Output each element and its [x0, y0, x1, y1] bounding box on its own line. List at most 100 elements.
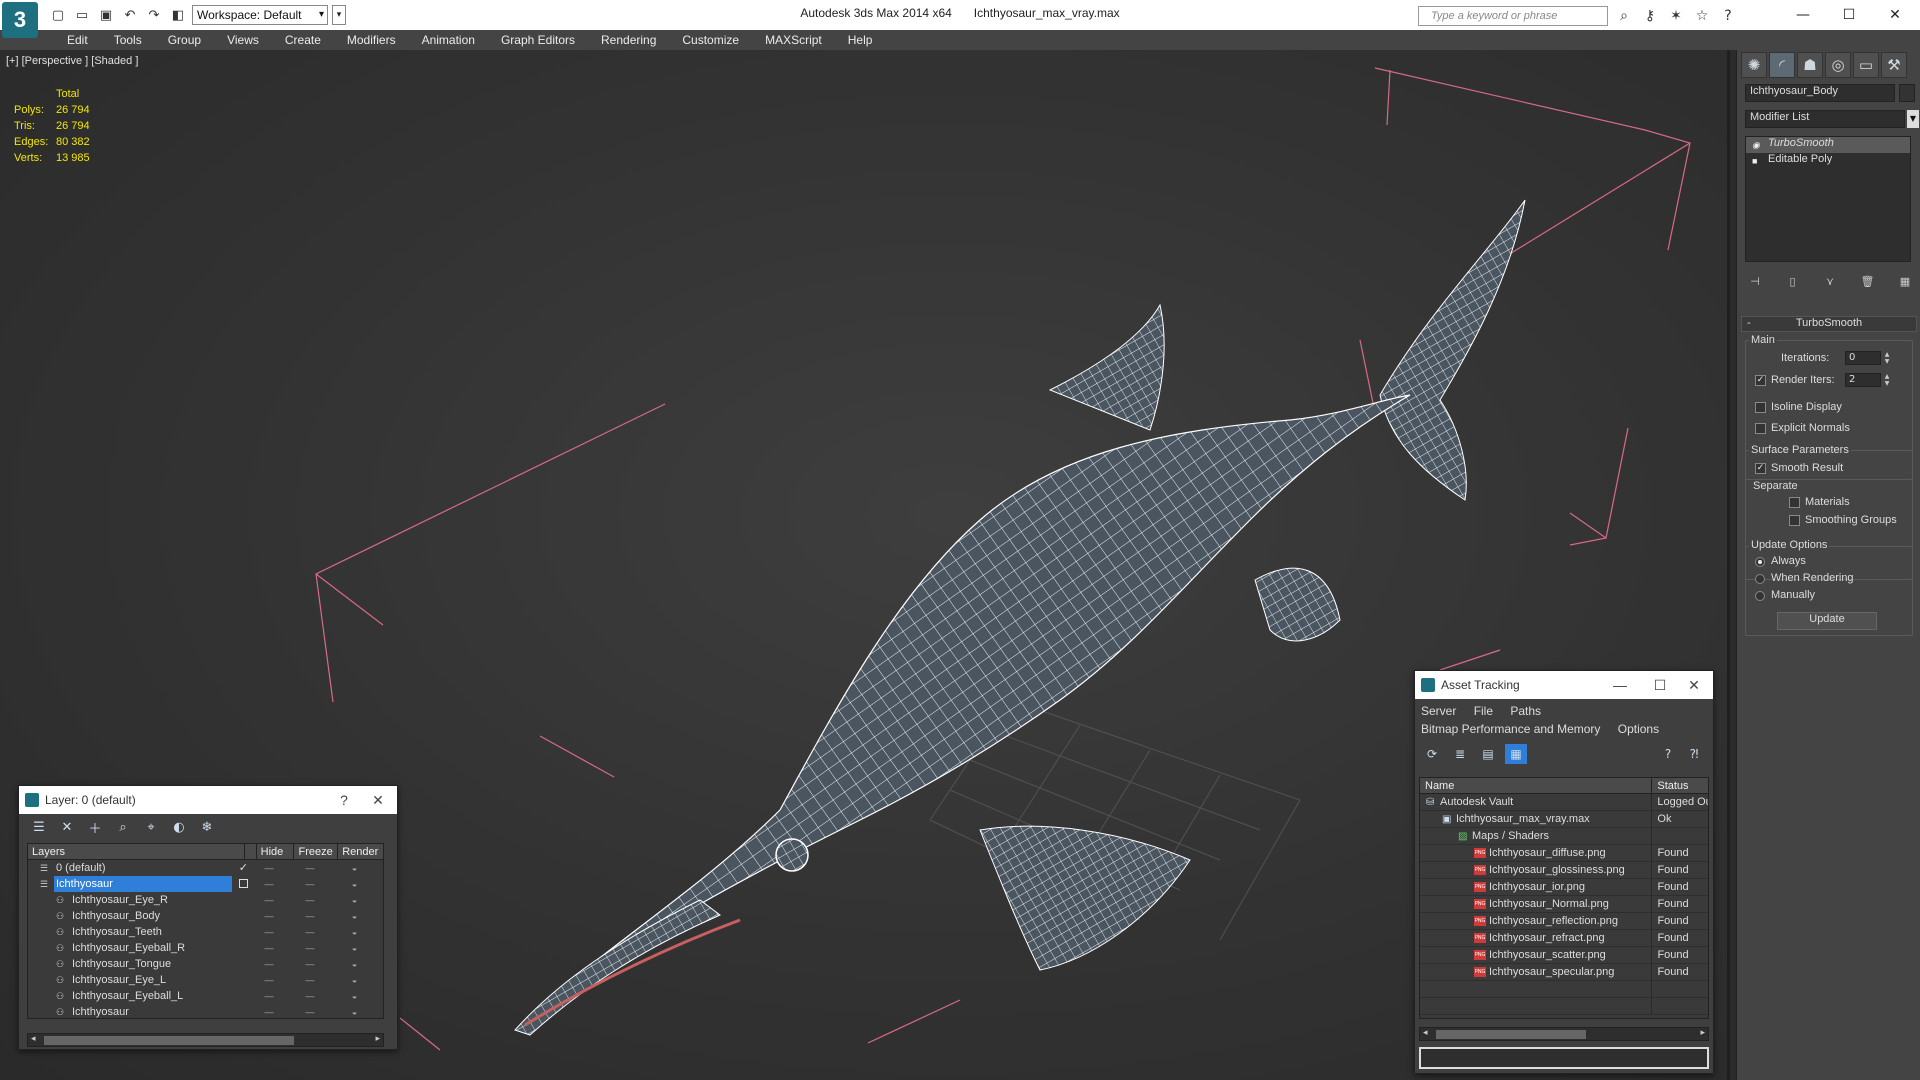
layer-row[interactable]: ⚇ Ichthyosaur — — ◒	[28, 1004, 383, 1020]
freeze-toggle-icon[interactable]: —	[288, 1004, 332, 1020]
menu-views[interactable]: Views	[214, 30, 272, 50]
create-tab-icon[interactable]: ✺	[1741, 52, 1767, 78]
layer-close-button[interactable]: ✕	[363, 786, 393, 814]
hide-toggle-icon[interactable]: —	[250, 908, 288, 924]
favorites-star-icon[interactable]: ☆	[1692, 6, 1712, 26]
asset-horizontal-scrollbar[interactable]: ◂ ▸	[1419, 1027, 1709, 1041]
make-unique-icon[interactable]: ⋎	[1820, 272, 1840, 290]
column-freeze[interactable]: Freeze	[294, 844, 339, 859]
asset-row[interactable]: ⛁ Autodesk Vault Logged Out	[1420, 794, 1708, 811]
render-iters-spinner[interactable]: 2	[1845, 373, 1881, 387]
qat-customize-arrow[interactable]: ▾	[332, 5, 346, 25]
freeze-toggle-icon[interactable]: —	[288, 892, 332, 908]
help-icon[interactable]: ?	[1718, 6, 1738, 26]
render-toggle-icon[interactable]: ◒	[332, 972, 377, 988]
render-iters-checkbox[interactable]: ✓	[1755, 375, 1766, 386]
iterations-spinner-arrows[interactable]: ▲ ▼	[1883, 351, 1891, 365]
expand-square-icon[interactable]: ■	[1752, 155, 1762, 167]
layer-name-cell[interactable]: ⚇ Ichthyosaur_Tongue	[28, 956, 250, 972]
layer-name-cell[interactable]: ⚇ Ichthyosaur	[28, 1004, 250, 1020]
open-folder-icon[interactable]: ▭	[72, 5, 92, 25]
scroll-thumb[interactable]	[44, 1036, 294, 1045]
menu-customize[interactable]: Customize	[669, 30, 752, 50]
scroll-right-icon[interactable]: ▸	[375, 1034, 380, 1044]
menu-group[interactable]: Group	[155, 30, 214, 50]
scroll-left-icon[interactable]: ◂	[31, 1034, 36, 1044]
layer-window-titlebar[interactable]: Layer: 0 (default) ? ✕	[19, 786, 397, 814]
app-logo-button[interactable]: 3	[2, 2, 38, 38]
render-toggle-icon[interactable]: ◒	[332, 940, 377, 956]
minimize-button[interactable]: —	[1780, 0, 1826, 30]
layer-name-cell[interactable]: ⚇ Ichthyosaur_Teeth	[28, 924, 250, 940]
smoothing-groups-checkbox[interactable]	[1789, 515, 1800, 526]
modifier-list-arrow[interactable]: ▼	[1907, 110, 1919, 128]
column-name[interactable]: Name	[1420, 778, 1653, 793]
freeze-toggle-icon[interactable]: —	[288, 988, 332, 1004]
hide-toggle-icon[interactable]: —	[250, 924, 288, 940]
asset-row[interactable]: ▣ Ichthyosaur_max_vray.max Ok	[1420, 811, 1708, 828]
delete-layer-icon[interactable]: ✕	[57, 818, 77, 836]
update-when-rendering-radio[interactable]	[1755, 574, 1765, 584]
render-toggle-icon[interactable]: ◒	[332, 892, 377, 908]
current-layer-check-icon[interactable]: ✓	[239, 860, 248, 876]
display-tab-icon[interactable]: ▭	[1853, 52, 1879, 78]
configure-sets-icon[interactable]: ▦	[1895, 272, 1915, 290]
hide-all-layers-icon[interactable]: ◐	[169, 818, 189, 836]
freeze-toggle-icon[interactable]: —	[288, 860, 332, 876]
pin-stack-icon[interactable]: ⊣	[1745, 272, 1765, 290]
collapse-icon[interactable]: -	[1747, 317, 1751, 329]
modifier-list-dropdown[interactable]: Modifier List	[1745, 110, 1905, 128]
undo-icon[interactable]: ↶	[120, 5, 140, 25]
thumbnail-view-icon[interactable]: ▤	[1477, 744, 1499, 764]
turbosmooth-rollout-header[interactable]: - TurboSmooth	[1741, 316, 1917, 332]
binoculars-icon[interactable]: ⌕	[1614, 6, 1634, 26]
isoline-display-checkbox[interactable]	[1755, 402, 1766, 413]
menu-graph-editors[interactable]: Graph Editors	[488, 30, 588, 50]
asset-minimize-button[interactable]: —	[1605, 671, 1635, 699]
list-view-icon[interactable]: ≣	[1449, 744, 1471, 764]
render-toggle-icon[interactable]: ◒	[332, 924, 377, 940]
scroll-right-icon[interactable]: ▸	[1700, 1028, 1705, 1038]
asset-row[interactable]: PNG Ichthyosaur_glossiness.png Found	[1420, 862, 1708, 879]
hide-toggle-icon[interactable]: —	[250, 860, 288, 876]
asset-menu-options[interactable]: Options	[1618, 722, 1659, 736]
layer-row[interactable]: ⚇ Ichthyosaur_Eye_L — — ◒	[28, 972, 383, 988]
layer-row[interactable]: ☰ 0 (default) ✓ — — ◒	[28, 860, 383, 876]
column-render[interactable]: Render	[338, 844, 383, 859]
layer-name-cell[interactable]: ⚇ Ichthyosaur_Eye_R	[28, 892, 250, 908]
lightbulb-icon[interactable]: ◉	[1752, 139, 1762, 151]
motion-tab-icon[interactable]: ◎	[1825, 52, 1851, 78]
refresh-icon[interactable]: ⟳	[1421, 744, 1443, 764]
explicit-normals-checkbox[interactable]	[1755, 423, 1766, 434]
asset-status-field[interactable]	[1419, 1047, 1709, 1069]
asset-window-titlebar[interactable]: Asset Tracking — ☐ ✕	[1415, 671, 1713, 699]
layer-horizontal-scrollbar[interactable]: ◂ ▸	[27, 1033, 384, 1047]
layer-row[interactable]: ⚇ Ichthyosaur_Eyeball_L — — ◒	[28, 988, 383, 1004]
freeze-toggle-icon[interactable]: —	[288, 924, 332, 940]
remove-modifier-icon[interactable]: 🗑	[1858, 272, 1878, 290]
search-input[interactable]: Type a keyword or phrase	[1418, 6, 1608, 26]
menu-rendering[interactable]: Rendering	[588, 30, 669, 50]
select-layer-icon[interactable]: ⌕	[113, 818, 133, 836]
layer-row[interactable]: ☰ Ichthyosaur — — ◒	[28, 876, 383, 892]
asset-maximize-button[interactable]: ☐	[1645, 671, 1675, 699]
menu-animation[interactable]: Animation	[409, 30, 488, 50]
layer-name-cell[interactable]: ⚇ Ichthyosaur_Eye_L	[28, 972, 250, 988]
layer-name-cell[interactable]: ☰ 0 (default) ✓	[28, 860, 250, 876]
render-toggle-icon[interactable]: ◒	[332, 956, 377, 972]
freeze-toggle-icon[interactable]: —	[288, 956, 332, 972]
key-icon[interactable]: ⚷	[1640, 6, 1660, 26]
asset-row[interactable]: PNG Ichthyosaur_reflection.png Found	[1420, 913, 1708, 930]
update-button[interactable]: Update	[1777, 612, 1877, 630]
hide-toggle-icon[interactable]: —	[250, 956, 288, 972]
viewport-label[interactable]: [+] [Perspective ] [Shaded ]	[6, 55, 138, 67]
hide-toggle-icon[interactable]: —	[250, 972, 288, 988]
hide-toggle-icon[interactable]: —	[250, 940, 288, 956]
render-toggle-icon[interactable]: ◒	[332, 860, 377, 876]
new-file-icon[interactable]: ▢	[48, 5, 68, 25]
highlight-layer-icon[interactable]: ⌖	[141, 818, 161, 836]
layer-name-cell[interactable]: ☰ Ichthyosaur	[28, 876, 250, 892]
layer-row[interactable]: ⚇ Ichthyosaur_Body — — ◒	[28, 908, 383, 924]
layer-name-cell[interactable]: ⚇ Ichthyosaur_Eyeball_L	[28, 988, 250, 1004]
asset-row[interactable]: PNG Ichthyosaur_specular.png Found	[1420, 964, 1708, 981]
